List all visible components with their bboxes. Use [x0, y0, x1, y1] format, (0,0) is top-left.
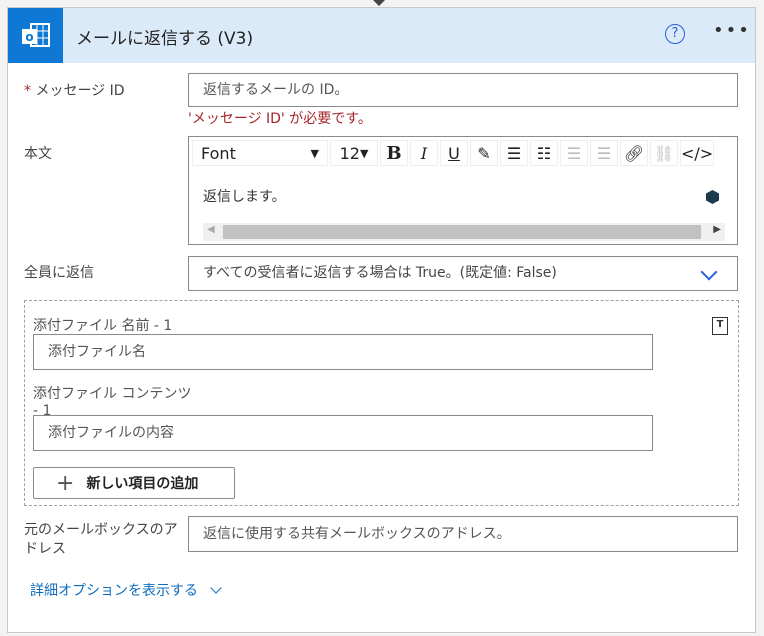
- attachment-content-input[interactable]: 添付ファイルの内容: [33, 415, 653, 451]
- connector-arrow: [373, 0, 385, 6]
- scroll-left-icon[interactable]: ◀: [207, 224, 215, 235]
- add-item-button[interactable]: + 新しい項目の追加: [33, 467, 235, 499]
- attachments-group: 添付ファイル 名前 - 1 T 添付ファイル名 添付ファイル コンテンツ - 1…: [24, 300, 739, 506]
- label-text: メッセージ ID: [35, 83, 125, 99]
- caret-down-icon: ▼: [310, 146, 319, 160]
- attachment-content-label: 添付ファイル コンテンツ - 1: [33, 386, 192, 416]
- unlink-icon[interactable]: ⛓: [650, 140, 678, 166]
- link-icon[interactable]: 🔗︎: [620, 140, 648, 166]
- caret-down-icon: ▼: [359, 146, 369, 160]
- outlook-logo: o: [8, 8, 63, 63]
- message-id-input[interactable]: 返信するメールの ID。: [188, 73, 738, 107]
- chevron-down-icon: [210, 582, 222, 594]
- italic-icon[interactable]: I: [410, 140, 438, 166]
- numbered-list-icon[interactable]: ☷: [530, 140, 558, 166]
- show-advanced-options-link[interactable]: 詳細オプションを表示する: [30, 580, 222, 600]
- delete-item-icon[interactable]: T: [712, 317, 728, 335]
- size-select[interactable]: 12 ▼: [330, 140, 378, 166]
- scroll-right-icon[interactable]: ▶: [713, 224, 721, 235]
- advanced-label: 詳細オプションを表示する: [30, 583, 198, 599]
- reply-all-label: 全員に返信: [24, 265, 94, 281]
- card-title: メールに返信する (V3): [76, 29, 254, 49]
- reply-all-select[interactable]: すべての受信者に返信する場合は True。(既定値: False): [188, 256, 738, 291]
- code-view-icon[interactable]: </>: [680, 140, 715, 166]
- reply-all-placeholder: すべての受信者に返信する場合は True。(既定値: False): [203, 265, 557, 281]
- copilot-icon[interactable]: [706, 190, 719, 204]
- card-header[interactable]: o メールに返信する (V3) ? •••: [8, 8, 755, 63]
- font-select[interactable]: Font ▼: [192, 140, 328, 166]
- add-item-label: 新しい項目の追加: [86, 476, 199, 492]
- font-value: Font: [201, 143, 236, 163]
- body-editor[interactable]: Font ▼ 12 ▼ B I U ✎ ☰ ☷ ☰ ☰ 🔗︎ ⛓ </> 返信します…: [188, 136, 738, 245]
- indent-icon[interactable]: ☰: [560, 140, 588, 166]
- message-id-label: * メッセージ ID: [24, 80, 125, 100]
- required-marker: *: [24, 83, 31, 99]
- editor-toolbar: Font ▼ 12 ▼ B I U ✎ ☰ ☷ ☰ ☰ 🔗︎ ⛓ </>: [192, 140, 715, 166]
- plus-icon: +: [56, 470, 75, 496]
- body-content[interactable]: 返信します。: [203, 186, 286, 206]
- bullet-list-icon[interactable]: ☰: [500, 140, 528, 166]
- question-circle-icon[interactable]: ?: [665, 24, 685, 44]
- chevron-down-icon: [700, 263, 718, 281]
- message-id-error: 'メッセージ ID' が必要です。: [188, 111, 372, 127]
- horizontal-scrollbar[interactable]: ◀ ▶: [203, 223, 725, 241]
- size-value: 12: [339, 143, 360, 163]
- color-picker-icon[interactable]: ✎: [470, 140, 498, 166]
- outdent-icon[interactable]: ☰: [590, 140, 618, 166]
- bold-icon[interactable]: B: [380, 140, 408, 166]
- svg-text:o: o: [25, 30, 33, 44]
- body-label: 本文: [24, 146, 52, 162]
- mailbox-label: 元のメールボックスのアドレス: [24, 522, 178, 557]
- action-card: o メールに返信する (V3) ? ••• * メッセージ ID 返信するメール…: [7, 7, 756, 633]
- ellipsis-icon[interactable]: •••: [713, 20, 751, 41]
- scroll-thumb[interactable]: [223, 225, 701, 239]
- underline-icon[interactable]: U: [440, 140, 468, 166]
- mailbox-input[interactable]: 返信に使用する共有メールボックスのアドレス。: [188, 516, 738, 552]
- attachment-name-input[interactable]: 添付ファイル名: [33, 334, 653, 370]
- attachment-name-label: 添付ファイル 名前 - 1: [33, 318, 173, 334]
